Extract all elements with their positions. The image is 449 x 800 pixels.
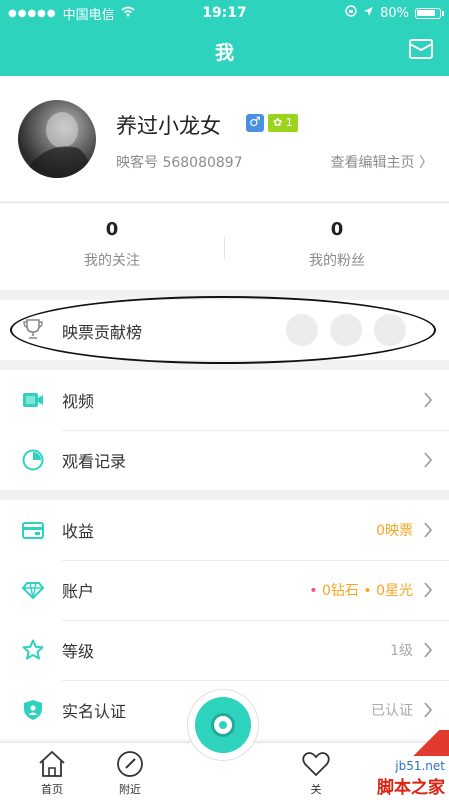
- menu-item-account[interactable]: 账户 • 0钻石 • 0星光: [0, 560, 449, 620]
- menu-group-media: 视频 观看记录: [0, 370, 449, 490]
- menu-label: 等级: [62, 642, 95, 661]
- profile-card[interactable]: 养过小龙女 ♂ ✿ 1 映客号 568080897 查看编辑主页 〉: [0, 76, 449, 201]
- ranking-label: 映票贡献榜: [62, 323, 143, 342]
- watermark: jb51.net 脚本之家: [377, 759, 445, 798]
- heart-icon: [301, 749, 331, 779]
- tab-label: 首页: [41, 783, 63, 796]
- chevron-right-icon: [423, 582, 433, 598]
- chevron-right-icon: [423, 522, 433, 538]
- menu-label: 观看记录: [62, 452, 127, 471]
- menu-item-watch-history[interactable]: 观看记录: [0, 430, 449, 490]
- chevron-right-icon: [423, 642, 433, 658]
- tab-label: 关: [310, 783, 322, 796]
- compass-icon: [115, 749, 145, 779]
- chevron-right-icon: [423, 452, 433, 468]
- following-stat[interactable]: 0 我的关注: [0, 203, 224, 291]
- male-icon: ♂: [246, 114, 264, 132]
- avatar[interactable]: [18, 100, 96, 178]
- contributor-avatar-placeholder: [374, 314, 406, 346]
- verification-status: 已认证: [371, 703, 413, 719]
- home-icon: [37, 749, 67, 779]
- signal-icon: ●●●●●: [8, 7, 57, 19]
- tab-home[interactable]: 首页: [22, 747, 82, 799]
- menu-item-level[interactable]: 等级 1级: [0, 620, 449, 680]
- contribution-ranking-row[interactable]: 映票贡献榜: [0, 300, 449, 360]
- star-icon: [22, 639, 44, 661]
- menu-label: 视频: [62, 392, 95, 411]
- tab-label: 附近: [119, 783, 141, 796]
- page-title: 我: [214, 41, 234, 64]
- nav-bar: 我: [0, 26, 449, 76]
- carrier-label: 中国电信: [62, 7, 115, 23]
- status-bar: ●●●●● 中国电信 19:17 80%: [0, 0, 449, 26]
- followers-stat[interactable]: 0 我的粉丝: [225, 203, 449, 291]
- watermark-corner: [403, 730, 449, 756]
- camera-lens-icon: [211, 713, 235, 737]
- earnings-value: 0映票: [376, 523, 413, 539]
- level-value: 1级: [390, 643, 413, 659]
- followers-count: 0: [330, 219, 344, 240]
- wallet-icon: [22, 519, 44, 541]
- go-live-button[interactable]: [188, 690, 258, 760]
- location-icon: [363, 6, 374, 21]
- history-clock-icon: [22, 449, 44, 471]
- shield-user-icon: [22, 699, 44, 721]
- battery-icon: [415, 7, 444, 19]
- contributor-avatar-placeholder: [286, 314, 318, 346]
- account-balance: • 0钻石 • 0星光: [309, 583, 413, 599]
- tab-follow[interactable]: 关: [286, 747, 346, 799]
- menu-label: 账户: [62, 582, 95, 601]
- follow-stats: 0 我的关注 0 我的粉丝: [0, 202, 449, 290]
- lock-rotation-icon: [345, 5, 357, 21]
- watermark-brand: 脚本之家: [377, 778, 445, 798]
- menu-item-video[interactable]: 视频: [0, 370, 449, 430]
- menu-label: 收益: [62, 522, 95, 541]
- following-label: 我的关注: [84, 253, 140, 269]
- watermark-site: jb51.net: [395, 759, 445, 773]
- menu-label: 实名认证: [62, 702, 127, 721]
- following-count: 0: [105, 219, 119, 240]
- chevron-right-icon: [423, 702, 433, 718]
- level-badge: ✿ 1: [268, 114, 298, 132]
- battery-percent: 80%: [380, 5, 409, 21]
- contributor-avatar-placeholder: [330, 314, 362, 346]
- video-icon: [22, 389, 44, 411]
- wifi-icon: [121, 6, 135, 21]
- trophy-icon: [22, 318, 44, 340]
- diamond-icon: [21, 579, 45, 601]
- view-edit-profile-link[interactable]: 查看编辑主页 〉: [331, 152, 433, 172]
- followers-label: 我的粉丝: [309, 253, 365, 269]
- menu-item-earnings[interactable]: 收益 0映票: [0, 500, 449, 560]
- chevron-right-icon: [423, 392, 433, 408]
- user-id: 映客号 568080897: [116, 155, 243, 171]
- tab-nearby[interactable]: 附近: [100, 747, 160, 799]
- user-name: 养过小龙女: [116, 114, 221, 138]
- mail-icon[interactable]: [409, 39, 433, 59]
